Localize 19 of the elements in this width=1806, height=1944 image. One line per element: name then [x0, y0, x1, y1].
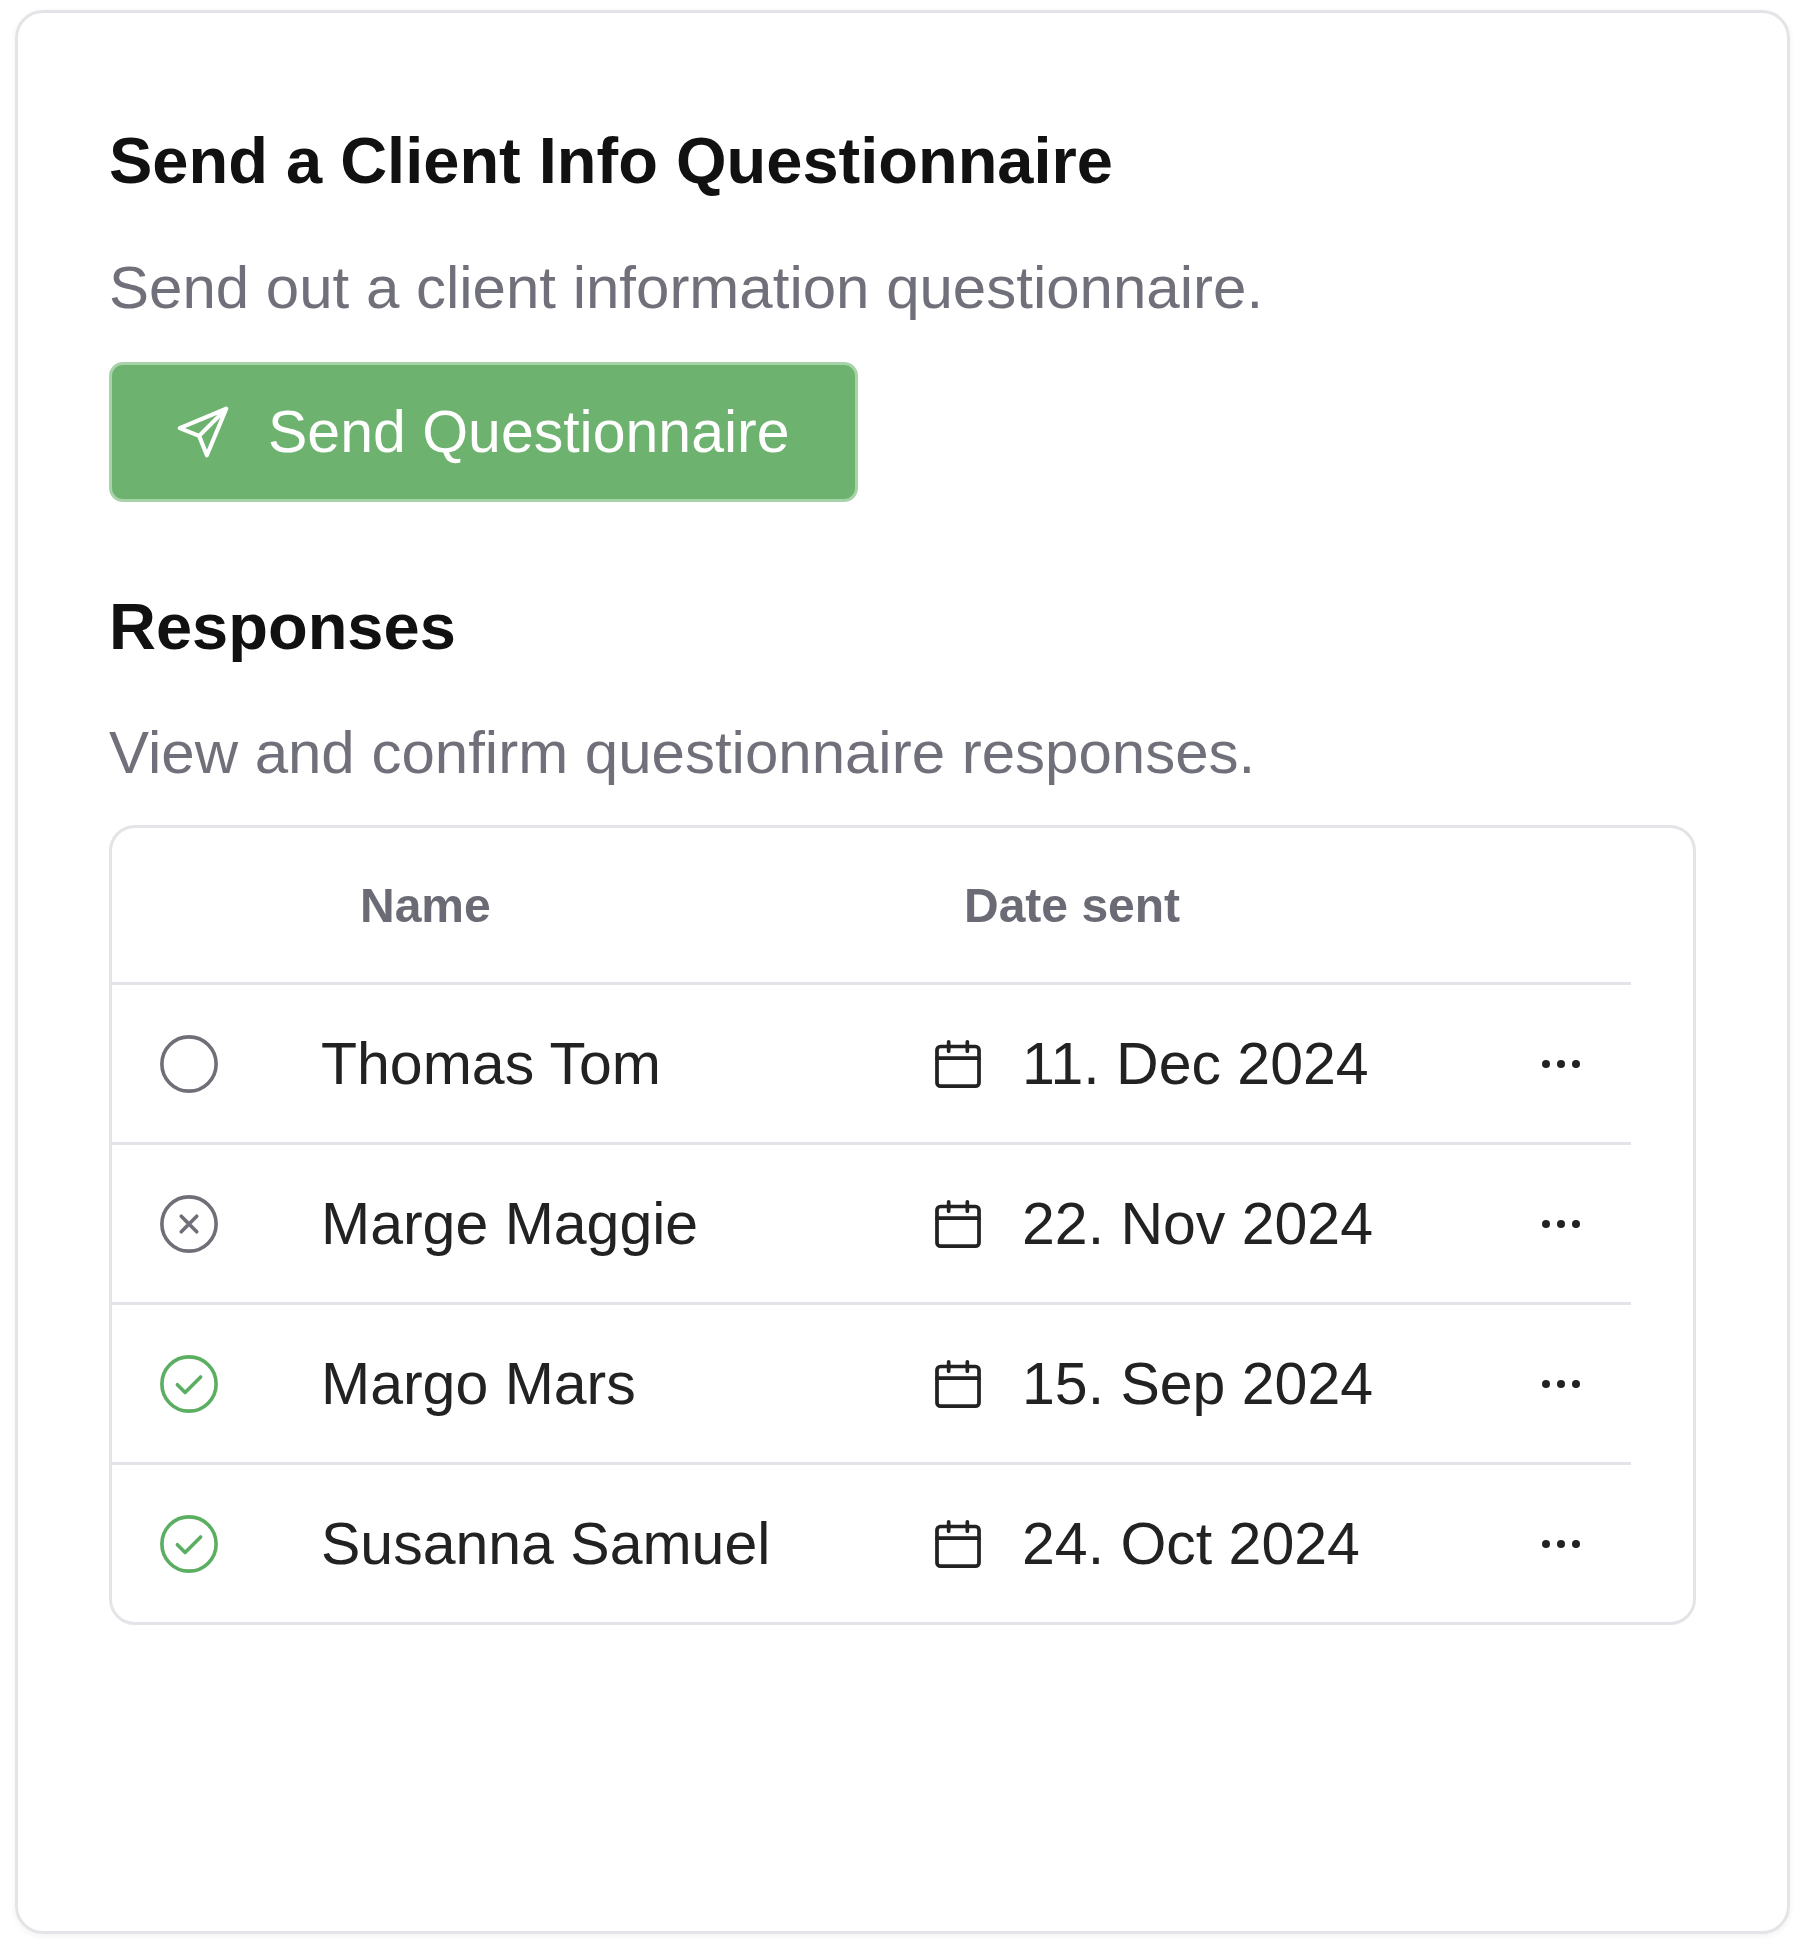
column-header: Name	[359, 877, 492, 933]
table-cell: 24. Oct 2024	[1022, 1509, 1360, 1578]
table-cell: 11. Dec 2024	[1022, 1029, 1369, 1098]
section-description: Send out a client information questionnaire.	[109, 253, 1265, 323]
send-questionnaire-button[interactable]: Send Questionnaire	[109, 362, 858, 502]
empty-circle-icon	[158, 1032, 220, 1095]
check-circle-icon	[158, 1512, 220, 1575]
table-cell: 15. Sep 2024	[1022, 1349, 1374, 1418]
column-header: Date sent	[963, 877, 1182, 933]
table-cell-text: Susanna Samuel	[321, 1509, 772, 1578]
section-description: View and confirm questionnaire responses.	[109, 718, 1257, 788]
table-cell-text: Thomas Tom	[321, 1029, 662, 1098]
section-title: Send a Client Info Questionnaire	[109, 123, 1114, 199]
check-circle-icon	[158, 1352, 220, 1415]
cross-circle-icon	[158, 1192, 220, 1255]
table-cell-text: Marge Maggie	[321, 1189, 700, 1258]
table-cell-text: Margo Mars	[321, 1349, 637, 1418]
table-cell: 22. Nov 2024	[1022, 1189, 1373, 1258]
section-title: Responses	[109, 589, 457, 665]
